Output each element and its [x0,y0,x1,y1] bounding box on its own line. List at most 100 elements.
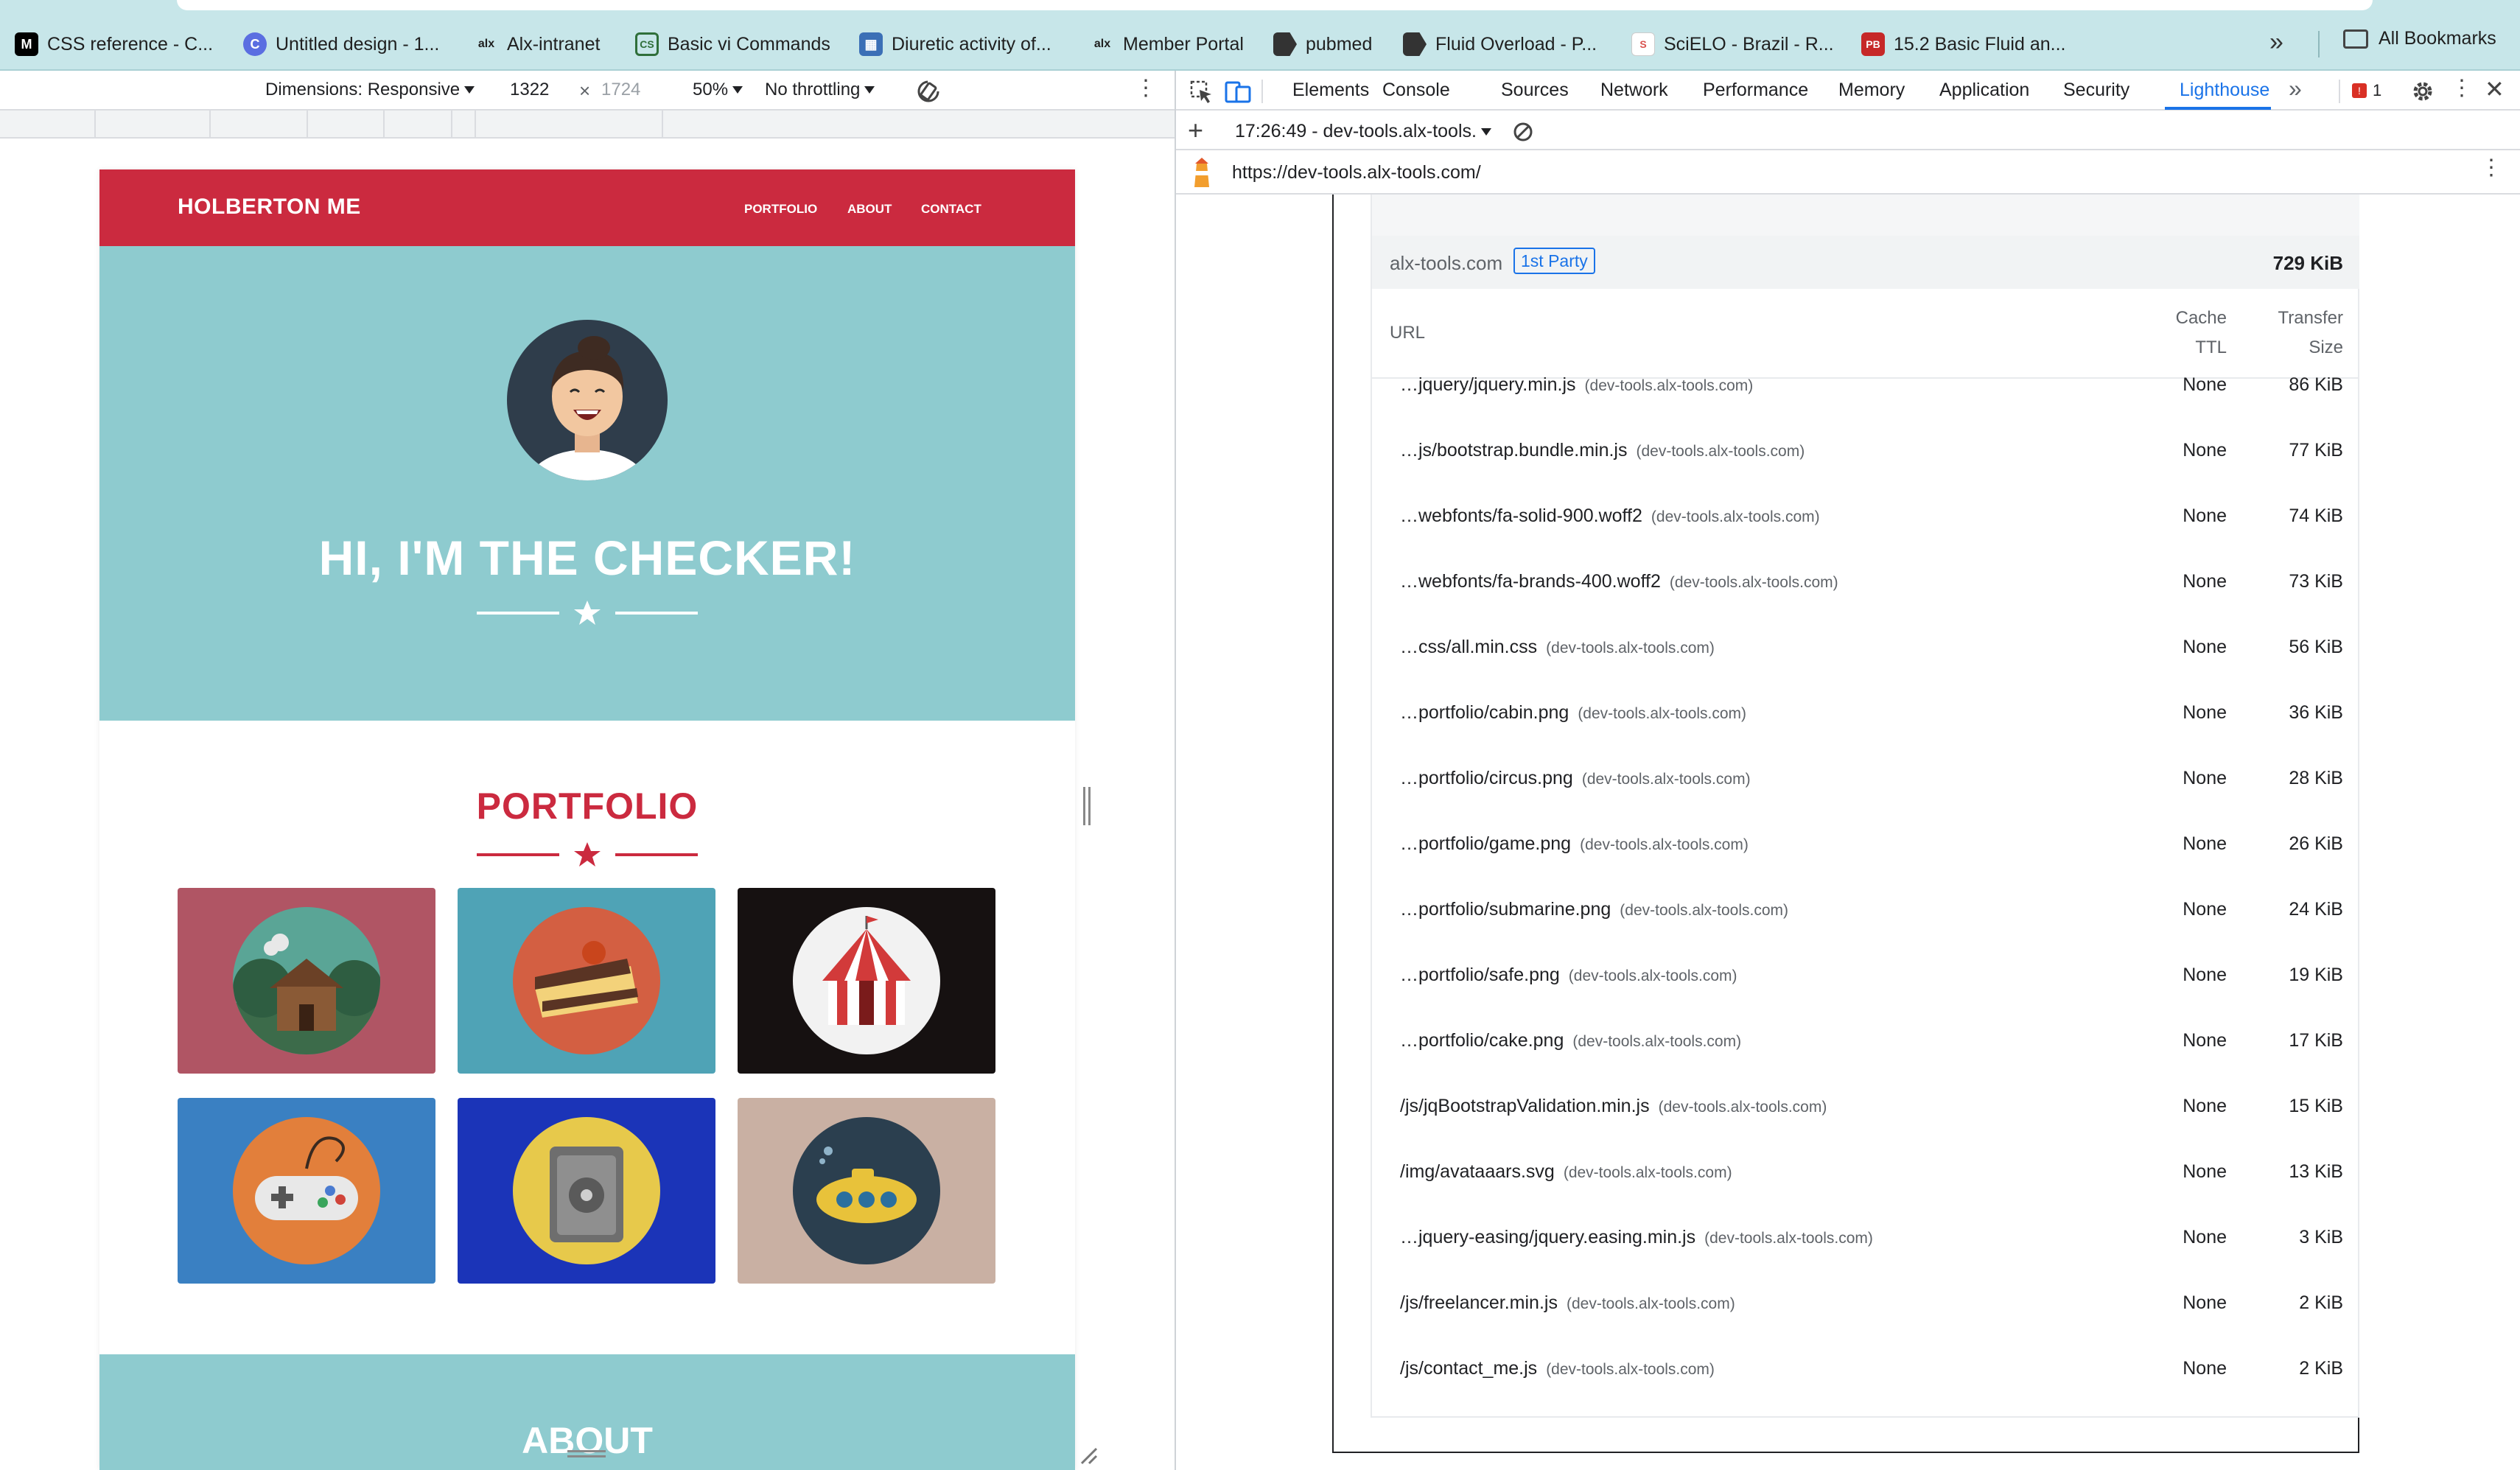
resource-url-cell[interactable]: …portfolio/circus.png (dev-tools.alx-tool… [1400,768,1751,789]
plus-icon[interactable]: + [1188,115,1203,146]
resource-url[interactable]: …webfonts/fa-solid-900.woff2 [1400,505,1642,526]
rotate-button[interactable] [914,77,943,106]
ruler-segment[interactable] [211,111,308,137]
device-toggle-icon[interactable] [1225,80,1251,105]
ruler-segment[interactable] [452,111,476,137]
tab-application[interactable]: Application [1939,80,2029,101]
resource-url-cell[interactable]: …webfonts/fa-brands-400.woff2 (dev-tools.… [1400,571,1838,592]
table-row[interactable]: …portfolio/game.png (dev-tools.alx-tools.… [1372,833,2359,899]
table-row[interactable]: …jquery-easing/jquery.easing.min.js (dev-… [1372,1227,2359,1292]
resource-url[interactable]: …css/all.min.css [1400,637,1537,657]
bookmark-item[interactable]: alx Alx-intranet [475,28,601,60]
portfolio-tile-cake[interactable] [458,888,715,1074]
bookmark-item[interactable]: S SciELO - Brazil - R... [1631,28,1834,60]
table-row[interactable]: …js/bootstrap.bundle.min.js (dev-tools.al… [1372,440,2359,505]
nav-about-link[interactable]: ABOUT [847,202,892,217]
tab-sources[interactable]: Sources [1501,80,1569,101]
ruler-segment[interactable] [476,111,663,137]
report-selector[interactable]: 17:26:49 - dev-tools.alx-tools. [1235,121,1491,142]
tab-network[interactable]: Network [1600,80,1668,101]
all-bookmarks-button[interactable]: All Bookmarks [2343,28,2496,49]
resource-url-cell[interactable]: …js/bootstrap.bundle.min.js (dev-tools.al… [1400,440,1805,461]
portfolio-tile-game[interactable] [178,1098,435,1284]
close-icon[interactable]: ✕ [2485,75,2505,103]
more-vertical-icon[interactable]: ⋮ [2451,75,2473,101]
bookmark-item[interactable]: pubmed [1273,28,1372,60]
resource-url[interactable]: /js/jqBootstrapValidation.min.js [1400,1096,1650,1116]
resource-url-cell[interactable]: …webfonts/fa-solid-900.woff2 (dev-tools.a… [1400,505,1820,527]
resource-url[interactable]: …js/bootstrap.bundle.min.js [1400,440,1627,461]
table-row[interactable]: …webfonts/fa-brands-400.woff2 (dev-tools.… [1372,571,2359,637]
resource-url-cell[interactable]: …jquery/jquery.min.js (dev-tools.alx-tool… [1400,374,1753,396]
settings-gear-icon[interactable] [2411,80,2435,103]
site-brand[interactable]: HOLBERTON ME [178,195,361,220]
resource-url[interactable]: …portfolio/cabin.png [1400,702,1569,723]
resource-url[interactable]: /img/avataaars.svg [1400,1161,1555,1182]
table-row[interactable]: …portfolio/cake.png (dev-tools.alx-tools.… [1372,1030,2359,1096]
bookmark-item[interactable]: alx Member Portal [1091,28,1244,60]
width-input[interactable]: 1322 [503,77,556,103]
resource-url-cell[interactable]: /js/freelancer.min.js (dev-tools.alx-tool… [1400,1292,1735,1314]
throttling-select[interactable]: No throttling [765,80,875,100]
table-row[interactable]: …css/all.min.css (dev-tools.alx-tools.com… [1372,637,2359,702]
resource-url-cell[interactable]: …portfolio/submarine.png (dev-tools.alx-t… [1400,899,1788,920]
resource-url-cell[interactable]: /js/contact_me.js (dev-tools.alx-tools.co… [1400,1358,1715,1379]
clear-icon[interactable] [1512,121,1534,143]
report-url[interactable]: https://dev-tools.alx-tools.com/ [1232,162,1481,183]
resource-url[interactable]: …portfolio/circus.png [1400,768,1573,788]
ruler-segment[interactable] [0,111,96,137]
table-row[interactable]: …portfolio/safe.png (dev-tools.alx-tools.… [1372,965,2359,1030]
resource-url-cell[interactable]: …css/all.min.css (dev-tools.alx-tools.com… [1400,637,1715,658]
table-row[interactable]: /js/freelancer.min.js (dev-tools.alx-tool… [1372,1292,2359,1358]
resource-url-cell[interactable]: /img/avataaars.svg (dev-tools.alx-tools.c… [1400,1161,1732,1183]
issues-counter[interactable]: ! 1 [2339,81,2381,100]
bookmark-item[interactable]: CS Basic vi Commands [635,28,830,60]
table-row[interactable]: /img/avataaars.svg (dev-tools.alx-tools.c… [1372,1161,2359,1227]
portfolio-tile-submarine[interactable] [738,1098,995,1284]
resource-url[interactable]: /js/freelancer.min.js [1400,1292,1558,1313]
bookmark-item[interactable]: PB 15.2 Basic Fluid an... [1861,28,2065,60]
more-vertical-icon[interactable]: ⋮ [2480,155,2502,181]
table-row[interactable]: /js/contact_me.js (dev-tools.alx-tools.co… [1372,1358,2359,1424]
resource-url-cell[interactable]: …portfolio/cake.png (dev-tools.alx-tools.… [1400,1030,1741,1051]
bookmark-item[interactable]: C Untitled design - 1... [243,28,439,60]
tab-memory[interactable]: Memory [1838,80,1905,101]
table-row[interactable]: …webfonts/fa-solid-900.woff2 (dev-tools.a… [1372,505,2359,571]
more-tabs-button[interactable]: » [2289,75,2302,102]
resource-url[interactable]: …portfolio/safe.png [1400,965,1560,985]
portfolio-tile-circus[interactable] [738,888,995,1074]
bookmark-item[interactable]: M CSS reference - C... [15,28,213,60]
inspect-element-icon[interactable] [1189,80,1214,105]
tab-security[interactable]: Security [2063,80,2129,101]
resource-url-cell[interactable]: …jquery-easing/jquery.easing.min.js (dev-… [1400,1227,1873,1248]
dimensions-select[interactable]: Dimensions: Responsive [265,80,475,100]
ruler-segment[interactable] [385,111,452,137]
resource-url-cell[interactable]: /js/jqBootstrapValidation.min.js (dev-too… [1400,1096,1827,1117]
viewport-resize-handle-right[interactable] [1083,787,1091,825]
resource-url[interactable]: …portfolio/cake.png [1400,1030,1564,1051]
ruler-segment[interactable] [308,111,385,137]
nav-portfolio-link[interactable]: PORTFOLIO [744,202,817,217]
tab-elements[interactable]: Elements [1292,80,1369,101]
table-row[interactable]: …portfolio/cabin.png (dev-tools.alx-tools… [1372,702,2359,768]
resource-url-cell[interactable]: …portfolio/cabin.png (dev-tools.alx-tools… [1400,702,1746,724]
tab-lighthouse[interactable]: Lighthouse [2180,80,2269,101]
bookmarks-overflow-button[interactable]: » [2269,28,2283,57]
bookmark-item[interactable]: Fluid Overload - P... [1403,28,1597,60]
resource-url[interactable]: …portfolio/game.png [1400,833,1571,854]
table-row[interactable]: /js/jqBootstrapValidation.min.js (dev-too… [1372,1096,2359,1161]
tab-console[interactable]: Console [1382,80,1450,101]
ruler-segment[interactable] [96,111,211,137]
table-row[interactable]: …portfolio/circus.png (dev-tools.alx-tool… [1372,768,2359,833]
tab-performance[interactable]: Performance [1703,80,1808,101]
resource-url[interactable]: …portfolio/submarine.png [1400,899,1611,920]
more-vertical-icon[interactable]: ⋮ [1135,75,1157,101]
resource-url-cell[interactable]: …portfolio/safe.png (dev-tools.alx-tools.… [1400,965,1737,986]
resource-url[interactable]: /js/contact_me.js [1400,1358,1537,1379]
resource-url[interactable]: …webfonts/fa-brands-400.woff2 [1400,571,1661,592]
media-query-ruler[interactable] [0,111,1175,139]
bookmark-item[interactable]: ▦ Diuretic activity of... [859,28,1051,60]
viewport-resize-corner-icon[interactable] [1079,1446,1098,1465]
table-row[interactable]: …jquery/jquery.min.js (dev-tools.alx-tool… [1372,374,2359,440]
nav-contact-link[interactable]: CONTACT [921,202,981,217]
